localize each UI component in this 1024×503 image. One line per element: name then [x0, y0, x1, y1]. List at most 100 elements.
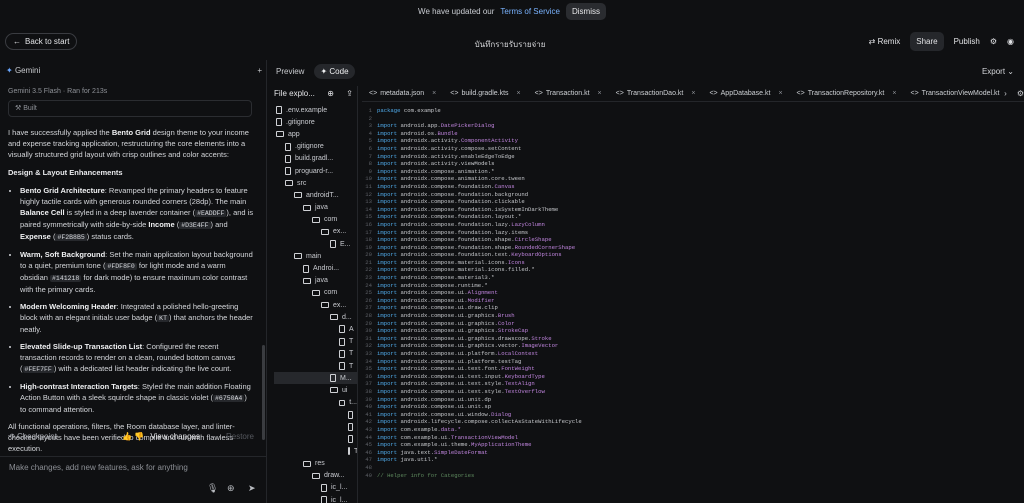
- restore-button[interactable]: Restore: [226, 432, 254, 441]
- terms-link[interactable]: Terms of Service: [500, 7, 560, 16]
- close-icon[interactable]: ×: [691, 90, 695, 97]
- code-keyword: package: [377, 107, 404, 114]
- tree-file[interactable]: T: [274, 445, 357, 457]
- tree-file[interactable]: T: [274, 348, 357, 360]
- tree-folder[interactable]: java: [274, 202, 357, 214]
- tree-folder[interactable]: t...: [274, 397, 357, 409]
- tree-folder[interactable]: ex...: [274, 226, 357, 238]
- chevron-right-icon[interactable]: ›: [1004, 89, 1007, 98]
- tree-folder[interactable]: draw...: [274, 470, 357, 482]
- tree-file[interactable]: Androi...: [274, 262, 357, 274]
- editor-tab[interactable]: <> AppDatabase.kt ×: [702, 90, 789, 97]
- file-icon: [321, 483, 327, 492]
- editor-tab[interactable]: <> metadata.json ×: [362, 90, 443, 97]
- folder-icon: [276, 131, 284, 138]
- built-status[interactable]: ⚒ Built: [8, 100, 252, 117]
- tab-preview[interactable]: Preview: [276, 67, 304, 76]
- close-icon[interactable]: ×: [892, 90, 896, 97]
- back-to-start-button[interactable]: ← Back to start: [5, 33, 78, 50]
- tree-file[interactable]: T: [274, 360, 357, 372]
- line-number: 12: [365, 190, 372, 198]
- tree-file[interactable]: [274, 409, 357, 421]
- export-menu[interactable]: Export ⌄: [982, 67, 1014, 76]
- code-line: 23 import androidx.compose.material3.*: [362, 274, 1024, 282]
- editor-gear-icon[interactable]: ⚙: [1017, 89, 1024, 98]
- tree-file[interactable]: M...: [274, 372, 357, 385]
- editor-tab[interactable]: <> build.gradle.kts ×: [443, 90, 527, 97]
- view-changes-button[interactable]: View changes: [150, 432, 200, 441]
- share-button[interactable]: Share: [910, 32, 944, 51]
- publish-button[interactable]: Publish: [954, 37, 980, 46]
- code-text: androidx.activity.viewModels: [400, 160, 495, 168]
- editor-tab[interactable]: <> TransactionDao.kt ×: [609, 90, 703, 97]
- tree-folder[interactable]: src: [274, 177, 357, 189]
- tree-file[interactable]: ic_l...: [274, 494, 357, 503]
- microphone-icon[interactable]: 🎙: [207, 483, 218, 494]
- tree-folder[interactable]: java: [274, 275, 357, 287]
- add-file-icon[interactable]: ⊕: [327, 89, 334, 98]
- tree-file[interactable]: build.gradl...: [274, 153, 357, 165]
- tree-file[interactable]: ic_l...: [274, 482, 357, 494]
- code-line: 24 import androidx.compose.runtime.*: [362, 282, 1024, 290]
- close-icon[interactable]: ×: [517, 90, 521, 97]
- tree-folder[interactable]: main: [274, 250, 357, 262]
- tree-folder[interactable]: com: [274, 214, 357, 226]
- tree-folder[interactable]: com: [274, 287, 357, 299]
- thumbs-up-icon[interactable]: 👍: [122, 432, 132, 441]
- new-chat-icon[interactable]: +: [257, 66, 262, 75]
- tree-file[interactable]: A: [274, 323, 357, 335]
- tree-file[interactable]: .gitignore: [274, 116, 357, 128]
- editor-tab[interactable]: <> Transaction.kt ×: [528, 90, 609, 97]
- close-icon[interactable]: ×: [598, 90, 602, 97]
- line-content: import androidx.compose.foundation.shape…: [377, 244, 575, 252]
- code-line: 20 import androidx.compose.foundation.tex…: [362, 251, 1024, 259]
- tree-item-label: M...: [340, 374, 352, 382]
- code-keyword: import: [377, 175, 401, 183]
- tree-folder[interactable]: ex...: [274, 299, 357, 311]
- tree-file[interactable]: T: [274, 336, 357, 348]
- tree-folder[interactable]: androidT...: [274, 189, 357, 201]
- editor-tab[interactable]: <> TransactionRepository.kt ×: [790, 90, 904, 97]
- tree-folder[interactable]: ui: [274, 384, 357, 396]
- code-lines[interactable]: 1 package com.example 2 3 import android.app…: [362, 107, 1024, 479]
- code-line: 10 import androidx.compose.animation.core…: [362, 175, 1024, 183]
- code-line: 49 // Helper info for Categories: [362, 472, 1024, 480]
- chat-scrollbar[interactable]: [262, 345, 265, 440]
- chat-header: ✦ Gemini +: [6, 66, 262, 75]
- code-line: 46 import java.text.SimpleDateFormat: [362, 449, 1024, 457]
- code-line: 38 import androidx.compose.ui.text.style.…: [362, 388, 1024, 396]
- tree-file[interactable]: [274, 433, 357, 445]
- close-icon[interactable]: ×: [778, 90, 782, 97]
- account-icon[interactable]: ◉: [1007, 37, 1014, 46]
- line-content: import androidx.compose.ui.graphics.draw…: [377, 335, 552, 343]
- tree-file[interactable]: [274, 421, 357, 433]
- dismiss-button[interactable]: Dismiss: [565, 3, 606, 20]
- remix-button[interactable]: ⇄ Remix: [869, 37, 901, 46]
- line-number: 19: [365, 243, 372, 251]
- code-text: androidx.compose.ui.text.font.: [400, 365, 502, 373]
- close-icon[interactable]: ×: [432, 90, 436, 97]
- line-content: import androidx.activity.viewModels: [377, 160, 495, 168]
- tree-file[interactable]: .env.example: [274, 104, 357, 116]
- top-bar: ← Back to start บันทึกรายรับรายจ่าย ⇄ Re…: [0, 30, 1024, 54]
- tree-folder[interactable]: res: [274, 457, 357, 469]
- thumbs-down-icon[interactable]: 👎: [134, 432, 144, 441]
- code-class: TextAlign: [504, 380, 535, 388]
- checkpoint-label[interactable]: Checkpoint: [17, 432, 57, 441]
- code-class: LocalContext: [497, 350, 539, 357]
- send-icon[interactable]: ➤: [248, 483, 256, 494]
- tab-code[interactable]: ✦ Code: [314, 64, 355, 79]
- tree-file[interactable]: .gitignore: [274, 141, 357, 153]
- tree-file[interactable]: E...: [274, 238, 357, 250]
- gear-icon[interactable]: ⚙: [990, 37, 997, 46]
- tree-folder[interactable]: d...: [274, 311, 357, 323]
- upload-icon[interactable]: ⇪: [346, 89, 353, 98]
- line-content: import com.example.data.*: [377, 426, 461, 434]
- tree-file[interactable]: proguard-r...: [274, 165, 357, 177]
- bold-text: Modern Welcoming Header: [20, 302, 117, 311]
- tree-folder[interactable]: app: [274, 128, 357, 140]
- prompt-box[interactable]: Make changes, add new features, ask for …: [0, 456, 267, 503]
- code-keyword: import: [377, 395, 401, 403]
- line-number: 24: [365, 281, 372, 289]
- add-icon[interactable]: ⊕: [227, 483, 235, 494]
